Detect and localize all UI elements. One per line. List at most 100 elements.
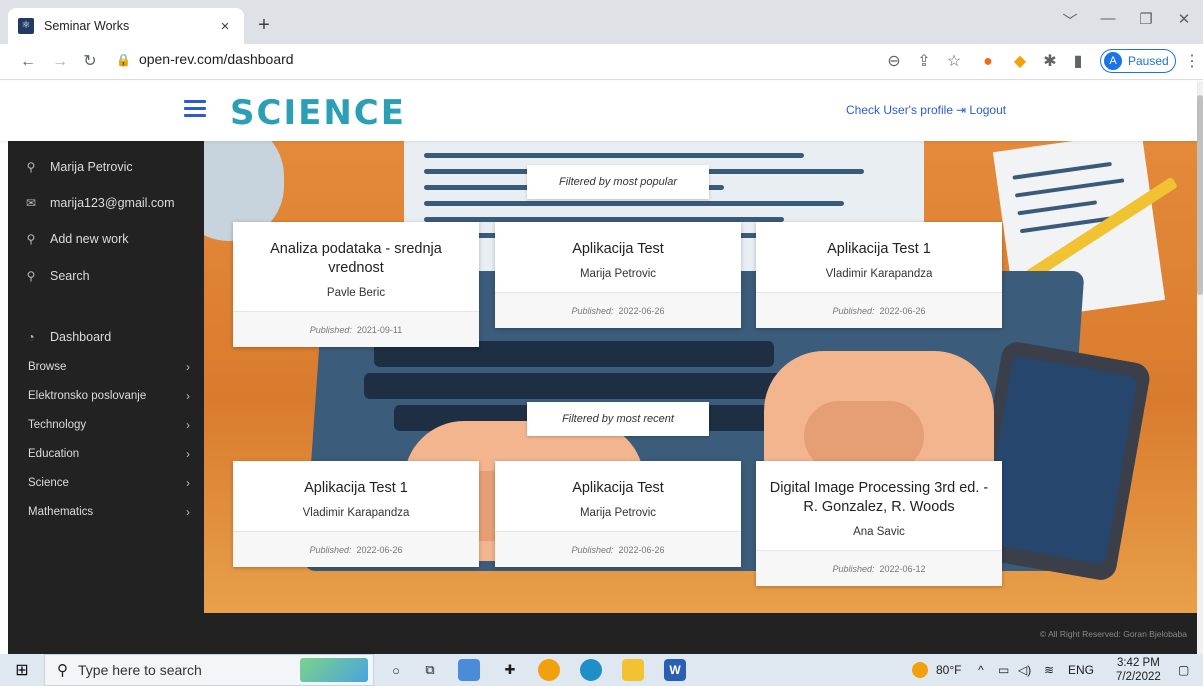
- sidebar-item-technology[interactable]: Technology ›: [8, 411, 204, 439]
- zoom-icon[interactable]: ⊖: [884, 52, 904, 72]
- sidebar-item-label: Marija Petrovic: [50, 160, 133, 174]
- clock-date: 7/2/2022: [1116, 671, 1161, 683]
- link-icon: ⚲: [26, 160, 36, 174]
- card-title[interactable]: Aplikacija Test 1: [245, 479, 467, 498]
- url-text: open-rev.com/dashboard: [138, 51, 294, 67]
- published-date: 2022-06-26: [356, 544, 403, 555]
- file-explorer-icon[interactable]: [622, 659, 644, 681]
- logout-icon: ⇥: [956, 103, 967, 117]
- chevron-up-icon[interactable]: ^: [978, 663, 984, 677]
- close-window-button[interactable]: ✕: [1172, 10, 1196, 28]
- sidebar-item-label: Add new work: [50, 232, 129, 246]
- clock-time: 3:42 PM: [1116, 657, 1160, 669]
- card-title[interactable]: Digital Image Processing 3rd ed. - R. Go…: [768, 479, 990, 517]
- hamburger-menu-icon[interactable]: [184, 100, 206, 118]
- browser-tab[interactable]: ⚛ Seminar Works ×: [8, 8, 244, 44]
- share-icon[interactable]: ⇪: [914, 52, 934, 72]
- dashboard-icon: ◔: [27, 330, 35, 344]
- work-card[interactable]: Digital Image Processing 3rd ed. - R. Go…: [756, 461, 1002, 586]
- cortana-icon[interactable]: ○: [386, 660, 406, 680]
- card-title[interactable]: Aplikacija Test: [507, 479, 729, 498]
- logout-link[interactable]: ⇥ Logout: [956, 103, 1006, 117]
- windows-start-icon[interactable]: ⊞: [12, 660, 32, 680]
- reload-icon[interactable]: ↻: [80, 52, 100, 72]
- work-card[interactable]: Aplikacija Test Marija Petrovic Publishe…: [495, 222, 741, 328]
- sidebar-item-dashboard[interactable]: ◔ Dashboard: [8, 323, 204, 351]
- address-bar[interactable]: 🔒 open-rev.com/dashboard: [116, 51, 294, 67]
- link-icon: ⚲: [26, 232, 36, 246]
- browser-tab-strip: ⚛ Seminar Works × + ﹀ — ❐ ✕: [0, 0, 1203, 44]
- chevron-right-icon: ›: [186, 447, 190, 461]
- work-card[interactable]: Aplikacija Test 1 Vladimir Karapandza Pu…: [756, 222, 1002, 328]
- windows-taskbar: ⊞ ⚲ Type here to search ○ ⧉ ✚ W 80°F ^ ▭…: [0, 654, 1203, 686]
- taskbar-clock[interactable]: 3:42 PM 7/2/2022: [1116, 656, 1161, 684]
- weather-temperature[interactable]: 80°F: [936, 663, 961, 677]
- notifications-icon[interactable]: ▢: [1178, 663, 1189, 677]
- published-label: Published:: [571, 544, 614, 555]
- published-label: Published:: [309, 324, 352, 335]
- published-date: 2022-06-26: [879, 305, 926, 316]
- sidebar-item-mathematics[interactable]: Mathematics ›: [8, 498, 204, 526]
- network-icon[interactable]: ≋: [1044, 663, 1054, 677]
- card-author: Marija Petrovic: [579, 507, 657, 519]
- sidebar-item-label: marija123@gmail.com: [50, 196, 175, 210]
- back-arrow-icon[interactable]: ←: [18, 52, 38, 72]
- card-title[interactable]: Aplikacija Test: [507, 240, 729, 259]
- work-card[interactable]: Aplikacija Test Marija Petrovic Publishe…: [495, 461, 741, 567]
- chrome-profile-app-icon[interactable]: [458, 659, 480, 681]
- lock-icon: 🔒: [116, 53, 131, 67]
- sidebar-item-add-new-work[interactable]: ⚲ Add new work: [8, 225, 204, 253]
- minimize-button[interactable]: —: [1096, 10, 1120, 27]
- edge-icon[interactable]: [580, 659, 602, 681]
- sidebar-item-browse[interactable]: Browse ›: [8, 353, 204, 381]
- published-date: 2021-09-11: [356, 324, 403, 335]
- tab-search-icon[interactable]: ﹀: [1058, 10, 1082, 31]
- extension-icon[interactable]: ●: [978, 52, 998, 72]
- work-card[interactable]: Analiza podataka - srednja vrednost Pavl…: [233, 222, 479, 347]
- profile-button[interactable]: A Paused: [1100, 49, 1176, 73]
- star-icon[interactable]: ☆: [944, 52, 964, 72]
- page-scrollbar[interactable]: [1197, 81, 1203, 654]
- copyright-text: © All Right Reserved: Goran Bjelobaba: [1039, 629, 1187, 639]
- card-author: Vladimir Karapandza: [302, 507, 410, 519]
- work-card[interactable]: Aplikacija Test 1 Vladimir Karapandza Pu…: [233, 461, 479, 567]
- published-date: 2022-06-26: [618, 544, 665, 555]
- sidebar-item-science[interactable]: Science ›: [8, 469, 204, 497]
- sidebar-icon[interactable]: ▮: [1068, 52, 1088, 72]
- card-title[interactable]: Aplikacija Test 1: [768, 240, 990, 259]
- task-view-icon[interactable]: ⧉: [418, 660, 442, 680]
- menu-dots-icon[interactable]: ⋮: [1182, 52, 1202, 72]
- sidebar-user-email[interactable]: ✉ marija123@gmail.com: [8, 189, 204, 217]
- chevron-right-icon: ›: [186, 389, 190, 403]
- browser-toolbar: ← → ↻ 🔒 open-rev.com/dashboard ⊖ ⇪ ☆ ● ◆ …: [0, 44, 1203, 80]
- pinned-app-icon[interactable]: ✚: [500, 660, 520, 680]
- language-indicator[interactable]: ENG: [1068, 663, 1094, 677]
- puzzle-icon[interactable]: ✱: [1040, 52, 1060, 72]
- sidebar-item-search[interactable]: ⚲ Search: [8, 262, 204, 290]
- restore-button[interactable]: ❐: [1134, 10, 1158, 28]
- volume-icon[interactable]: ◁): [1018, 663, 1031, 677]
- site-favicon-icon: ⚛: [18, 18, 34, 34]
- sidebar-item-education[interactable]: Education ›: [8, 440, 204, 468]
- sidebar-item-elektronsko-poslovanje[interactable]: Elektronsko poslovanje ›: [8, 382, 204, 410]
- forward-arrow-icon[interactable]: →: [50, 52, 70, 72]
- chevron-right-icon: ›: [186, 418, 190, 432]
- extension-bird-icon[interactable]: ◆: [1010, 52, 1030, 72]
- card-title[interactable]: Analiza podataka - srednja vrednost: [245, 240, 467, 278]
- scrollbar-thumb[interactable]: [1197, 95, 1203, 295]
- recent-filter-label: Filtered by most recent: [527, 402, 709, 436]
- card-author: Vladimir Karapandza: [825, 268, 933, 280]
- sidebar: ⚲ Marija Petrovic ✉ marija123@gmail.com ⚲ A…: [8, 141, 204, 654]
- sidebar-item-label: Education: [28, 448, 80, 460]
- battery-icon[interactable]: ▭: [998, 663, 1009, 677]
- sidebar-user-name[interactable]: ⚲ Marija Petrovic: [8, 153, 204, 181]
- chevron-right-icon: ›: [186, 505, 190, 519]
- new-tab-button[interactable]: +: [252, 14, 276, 38]
- check-profile-link[interactable]: Check User's profile: [846, 103, 953, 117]
- chrome-icon[interactable]: [538, 659, 560, 681]
- card-footer: Published: 2022-06-26: [756, 292, 1002, 328]
- site-logo[interactable]: SCIENCE: [230, 93, 406, 133]
- word-icon[interactable]: W: [664, 659, 686, 681]
- tab-close-icon[interactable]: ×: [216, 18, 234, 35]
- chevron-right-icon: ›: [186, 360, 190, 374]
